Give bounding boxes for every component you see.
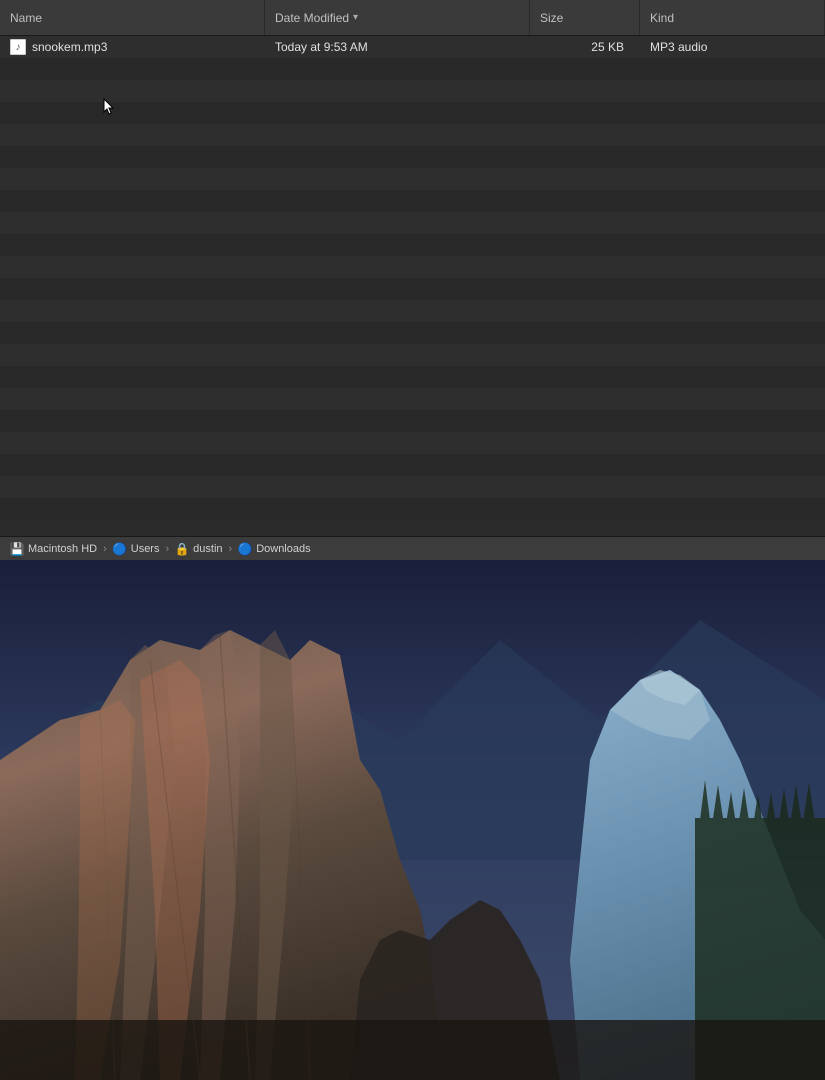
- breadcrumb-sep-0: ›: [103, 543, 107, 555]
- breadcrumb-label-0[interactable]: Macintosh HD: [28, 543, 97, 555]
- table-row: [0, 388, 825, 410]
- table-row: [0, 212, 825, 234]
- breadcrumb-icon-3: 🔵: [238, 542, 252, 556]
- table-row: [0, 278, 825, 300]
- table-row: [0, 124, 825, 146]
- file-name: snookem.mp3: [32, 40, 107, 54]
- table-row: [0, 168, 825, 190]
- table-row: [0, 58, 825, 80]
- table-row: [0, 498, 825, 520]
- table-row: [0, 322, 825, 344]
- breadcrumb-label-1[interactable]: Users: [131, 543, 160, 555]
- column-headers: Name Date Modified ▾ Size Kind: [0, 0, 825, 36]
- table-row: [0, 146, 825, 168]
- status-bar: 💾 Macintosh HD › 🔵 Users › 🔒 dustin › 🔵 …: [0, 536, 825, 560]
- table-row: [0, 102, 825, 124]
- finder-window: Name Date Modified ▾ Size Kind ♪ snookem…: [0, 0, 825, 560]
- table-row: [0, 190, 825, 212]
- table-row: [0, 256, 825, 278]
- breadcrumb-label-3[interactable]: Downloads: [256, 543, 310, 555]
- breadcrumb-icon-2: 🔒: [175, 542, 189, 556]
- table-row[interactable]: ♪ snookem.mp3 Today at 9:53 AM 25 KB MP3…: [0, 36, 825, 58]
- mp3-file-icon: ♪: [10, 39, 26, 55]
- col-header-name[interactable]: Name: [0, 0, 265, 35]
- table-row: [0, 454, 825, 476]
- table-row: [0, 80, 825, 102]
- table-row: [0, 300, 825, 322]
- col-header-date[interactable]: Date Modified ▾: [265, 0, 530, 35]
- desktop-wallpaper: [0, 560, 825, 1080]
- breadcrumb-icon-1: 🔵: [113, 542, 127, 556]
- table-row: [0, 410, 825, 432]
- file-list: ♪ snookem.mp3 Today at 9:53 AM 25 KB MP3…: [0, 36, 825, 536]
- breadcrumb-sep-2: ›: [229, 543, 233, 555]
- file-kind: MP3 audio: [650, 40, 707, 54]
- col-header-kind[interactable]: Kind: [640, 0, 825, 35]
- table-row: [0, 234, 825, 256]
- table-row: [0, 366, 825, 388]
- table-row: [0, 344, 825, 366]
- table-row: [0, 432, 825, 454]
- breadcrumb-sep-1: ›: [165, 543, 169, 555]
- file-size: 25 KB: [591, 40, 624, 54]
- file-date: Today at 9:53 AM: [275, 40, 368, 54]
- sort-arrow-icon: ▾: [353, 12, 358, 23]
- col-header-size[interactable]: Size: [530, 0, 640, 35]
- breadcrumb-icon-0: 💾: [10, 542, 24, 556]
- table-row: [0, 476, 825, 498]
- breadcrumb-label-2[interactable]: dustin: [193, 543, 222, 555]
